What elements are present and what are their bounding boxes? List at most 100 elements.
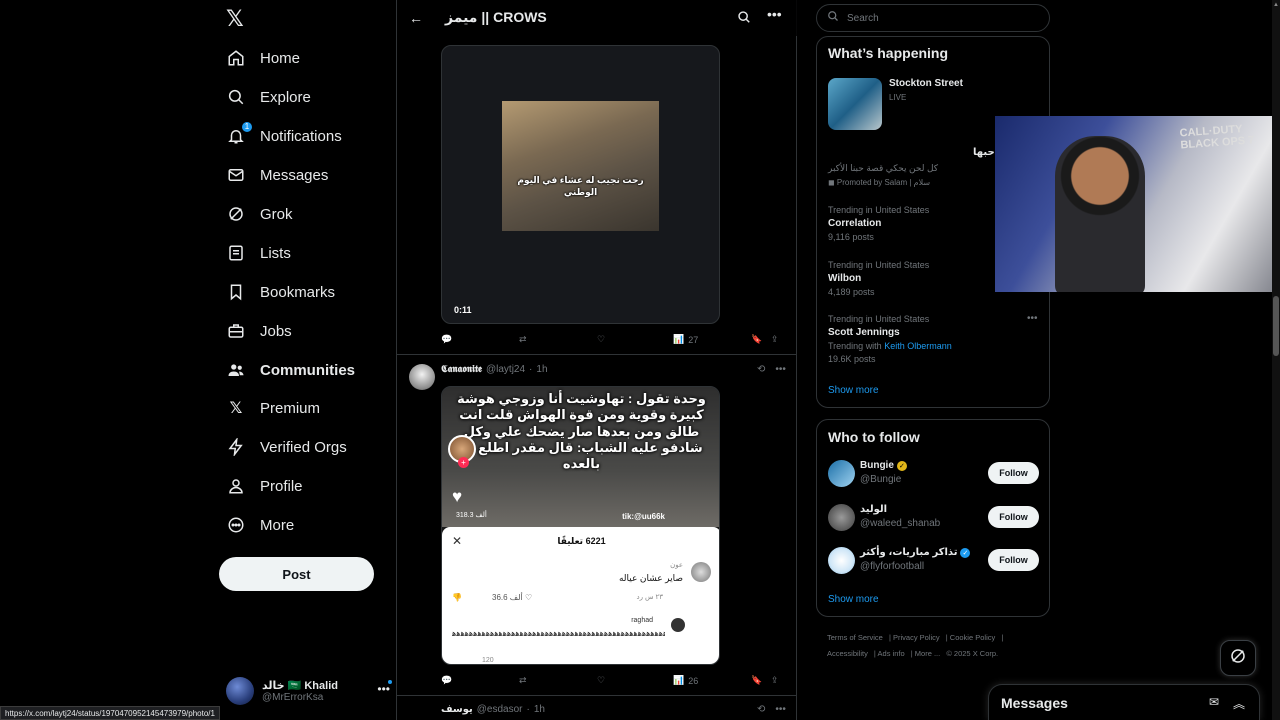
nav-label: Notifications — [260, 127, 342, 145]
nav-more[interactable]: More — [226, 510, 294, 540]
back-arrow-icon[interactable]: ← — [409, 10, 423, 26]
share-icon[interactable]: ⇪ — [771, 675, 779, 686]
scroll-up-icon[interactable]: ▲ — [1273, 2, 1279, 8]
nav-jobs[interactable]: Jobs — [226, 316, 292, 346]
nav-home[interactable]: Home — [226, 43, 300, 73]
video-caption: رحت نجيب له عشاء في اليوم الوطني — [517, 175, 644, 197]
views-button[interactable]: 📊 27 — [673, 334, 698, 345]
show-more-link[interactable]: Show more — [828, 385, 879, 396]
trend-thumbnail[interactable] — [828, 78, 882, 130]
footer-link[interactable]: Accessibility — [827, 649, 868, 658]
trend-item[interactable]: Trending in United States Correlation 9,… — [828, 205, 929, 242]
avatar — [671, 618, 685, 632]
grok-icon[interactable]: ⟲ — [757, 704, 765, 715]
home-icon — [226, 48, 246, 68]
follow-item[interactable]: تذاكر مباريات، وأكثر ✓ @flyforfootball Fo… — [828, 547, 1039, 577]
promoted-trend[interactable]: كل لحن يحكي قصة حبنا الأكبر ◼ Promoted b… — [828, 163, 938, 187]
x-app: 𝕏 Home Explore 1 Notifications Messages … — [0, 0, 1280, 720]
featured-trend[interactable]: Stockton Street LIVE — [889, 78, 963, 102]
post-time[interactable]: 1h — [536, 364, 547, 375]
comment-meta: ٢٣ س رد — [636, 594, 663, 601]
promoted-label: ◼ Promoted by Salam | سلام — [828, 178, 931, 187]
promo-text: كل لحن يحكي قصة حبنا الأكبر — [828, 163, 939, 173]
right-sidebar: What’s happening Stockton Street LIVE كل… — [816, 0, 1050, 720]
search-icon[interactable] — [737, 10, 751, 29]
image-meme: وحدة تقول : تهاوشيت أنا وزوجي هوشة كبيرة… — [442, 387, 719, 527]
more-horizontal-icon[interactable]: ••• — [775, 364, 786, 375]
like-count: 36.6 ألف — [492, 593, 523, 602]
nav-premium[interactable]: 𝕏 Premium — [226, 393, 320, 423]
webcam-overlay: CALL·DUTY BLACK OPS 7 — [995, 116, 1280, 292]
author-name[interactable]: يوسف — [441, 704, 473, 715]
post-actions: 💬 ⇄ ♡ 📊 26 🔖 ⇪ — [441, 675, 781, 689]
scroll-thumb[interactable] — [1273, 296, 1279, 356]
footer-link[interactable]: Ads info — [878, 649, 905, 658]
more-horizontal-icon[interactable]: ••• — [775, 704, 786, 715]
footer-link[interactable]: Cookie Policy — [950, 633, 995, 642]
author-handle[interactable]: @laytj24 — [486, 364, 525, 375]
trend-count: 9,116 posts — [828, 232, 874, 242]
bell-icon: 1 — [226, 122, 252, 146]
comment-likes: 120 — [482, 657, 494, 664]
post-time[interactable]: 1h — [534, 704, 545, 715]
nav-bookmarks[interactable]: Bookmarks — [226, 277, 335, 307]
follow-button[interactable]: Follow — [988, 549, 1039, 571]
chevron-up-icon[interactable]: ︽ — [1233, 695, 1245, 712]
footer-link[interactable]: Terms of Service — [827, 633, 883, 642]
more-horizontal-icon[interactable]: ••• — [377, 682, 390, 696]
new-message-icon[interactable]: ✉ — [1209, 695, 1219, 712]
nav-lists[interactable]: Lists — [226, 238, 291, 268]
like-icon[interactable]: ♡ — [597, 675, 605, 686]
trend-item[interactable]: Trending in United States Wilbon 4,189 p… — [828, 260, 929, 297]
search-box[interactable] — [816, 4, 1050, 32]
follow-item[interactable]: Bungie ✓ @Bungie Follow — [828, 460, 1039, 490]
grok-button[interactable] — [1220, 640, 1256, 676]
post-button[interactable]: Post — [219, 557, 374, 591]
thumbs-down-icon: 👎 — [452, 593, 462, 602]
status-url: https://x.com/laytj24/status/19704709521… — [0, 706, 220, 720]
more-horizontal-icon[interactable]: ••• — [767, 6, 782, 22]
author-handle[interactable]: @esdasor — [477, 704, 523, 715]
search-icon — [226, 87, 246, 107]
scrollbar[interactable]: ▲ — [1272, 0, 1280, 720]
share-icon[interactable]: ⇪ — [771, 334, 779, 345]
follow-button[interactable]: Follow — [988, 462, 1039, 484]
views-icon: 📊 — [673, 675, 685, 685]
follow-handle: @waleed_shanab — [860, 518, 941, 529]
nav-verified-orgs[interactable]: Verified Orgs — [226, 432, 347, 462]
trend-link[interactable]: Keith Olbermann — [884, 341, 952, 351]
nav-grok[interactable]: Grok — [226, 199, 293, 229]
nav-profile[interactable]: Profile — [226, 471, 303, 501]
follow-handle: @flyforfootball — [860, 561, 925, 572]
avatar — [828, 504, 855, 531]
trend-item[interactable]: Trending in United States Scott Jennings… — [828, 314, 952, 364]
grok-icon[interactable]: ⟲ — [757, 364, 765, 375]
follow-item[interactable]: الوليد @waleed_shanab Follow — [828, 504, 1039, 534]
nav-messages[interactable]: Messages — [226, 160, 328, 190]
post-video[interactable]: رحت نجيب له عشاء في اليوم الوطني 0:11 — [441, 45, 720, 324]
bookmark-icon[interactable]: 🔖 — [751, 334, 762, 345]
follow-button[interactable]: Follow — [988, 506, 1039, 528]
bookmark-icon[interactable]: 🔖 — [751, 675, 762, 686]
search-input[interactable] — [847, 12, 1037, 24]
author-name[interactable]: 𝕮𝖆𝖓𝖆𝖔𝖓𝖎𝖙𝖊 — [441, 364, 482, 375]
x-logo-icon[interactable]: 𝕏 — [226, 6, 248, 31]
nav-explore[interactable]: Explore — [226, 82, 311, 112]
reply-icon[interactable]: 💬 — [441, 334, 452, 345]
like-icon[interactable]: ♡ — [597, 334, 605, 345]
show-more-link[interactable]: Show more — [828, 594, 879, 605]
views-button[interactable]: 📊 26 — [673, 675, 698, 686]
footer-link[interactable]: Privacy Policy — [893, 633, 940, 642]
repost-icon[interactable]: ⇄ — [519, 675, 527, 686]
nav-notifications[interactable]: 1 Notifications — [226, 121, 342, 151]
footer-link[interactable]: More ... — [915, 649, 940, 658]
nav-communities[interactable]: Communities — [226, 355, 355, 385]
account-switcher[interactable]: خالد 🇸🇦 Khalid @MrErrorKsa ••• — [226, 674, 392, 708]
messages-drawer[interactable]: Messages ✉ ︽ — [988, 684, 1260, 720]
reply-icon[interactable]: 💬 — [441, 675, 452, 686]
avatar[interactable] — [409, 364, 435, 390]
verified-gold-icon: ✓ — [896, 460, 907, 471]
more-horizontal-icon[interactable]: ••• — [1027, 313, 1038, 324]
repost-icon[interactable]: ⇄ — [519, 334, 527, 345]
post-image[interactable]: وحدة تقول : تهاوشيت أنا وزوجي هوشة كبيرة… — [441, 386, 720, 665]
